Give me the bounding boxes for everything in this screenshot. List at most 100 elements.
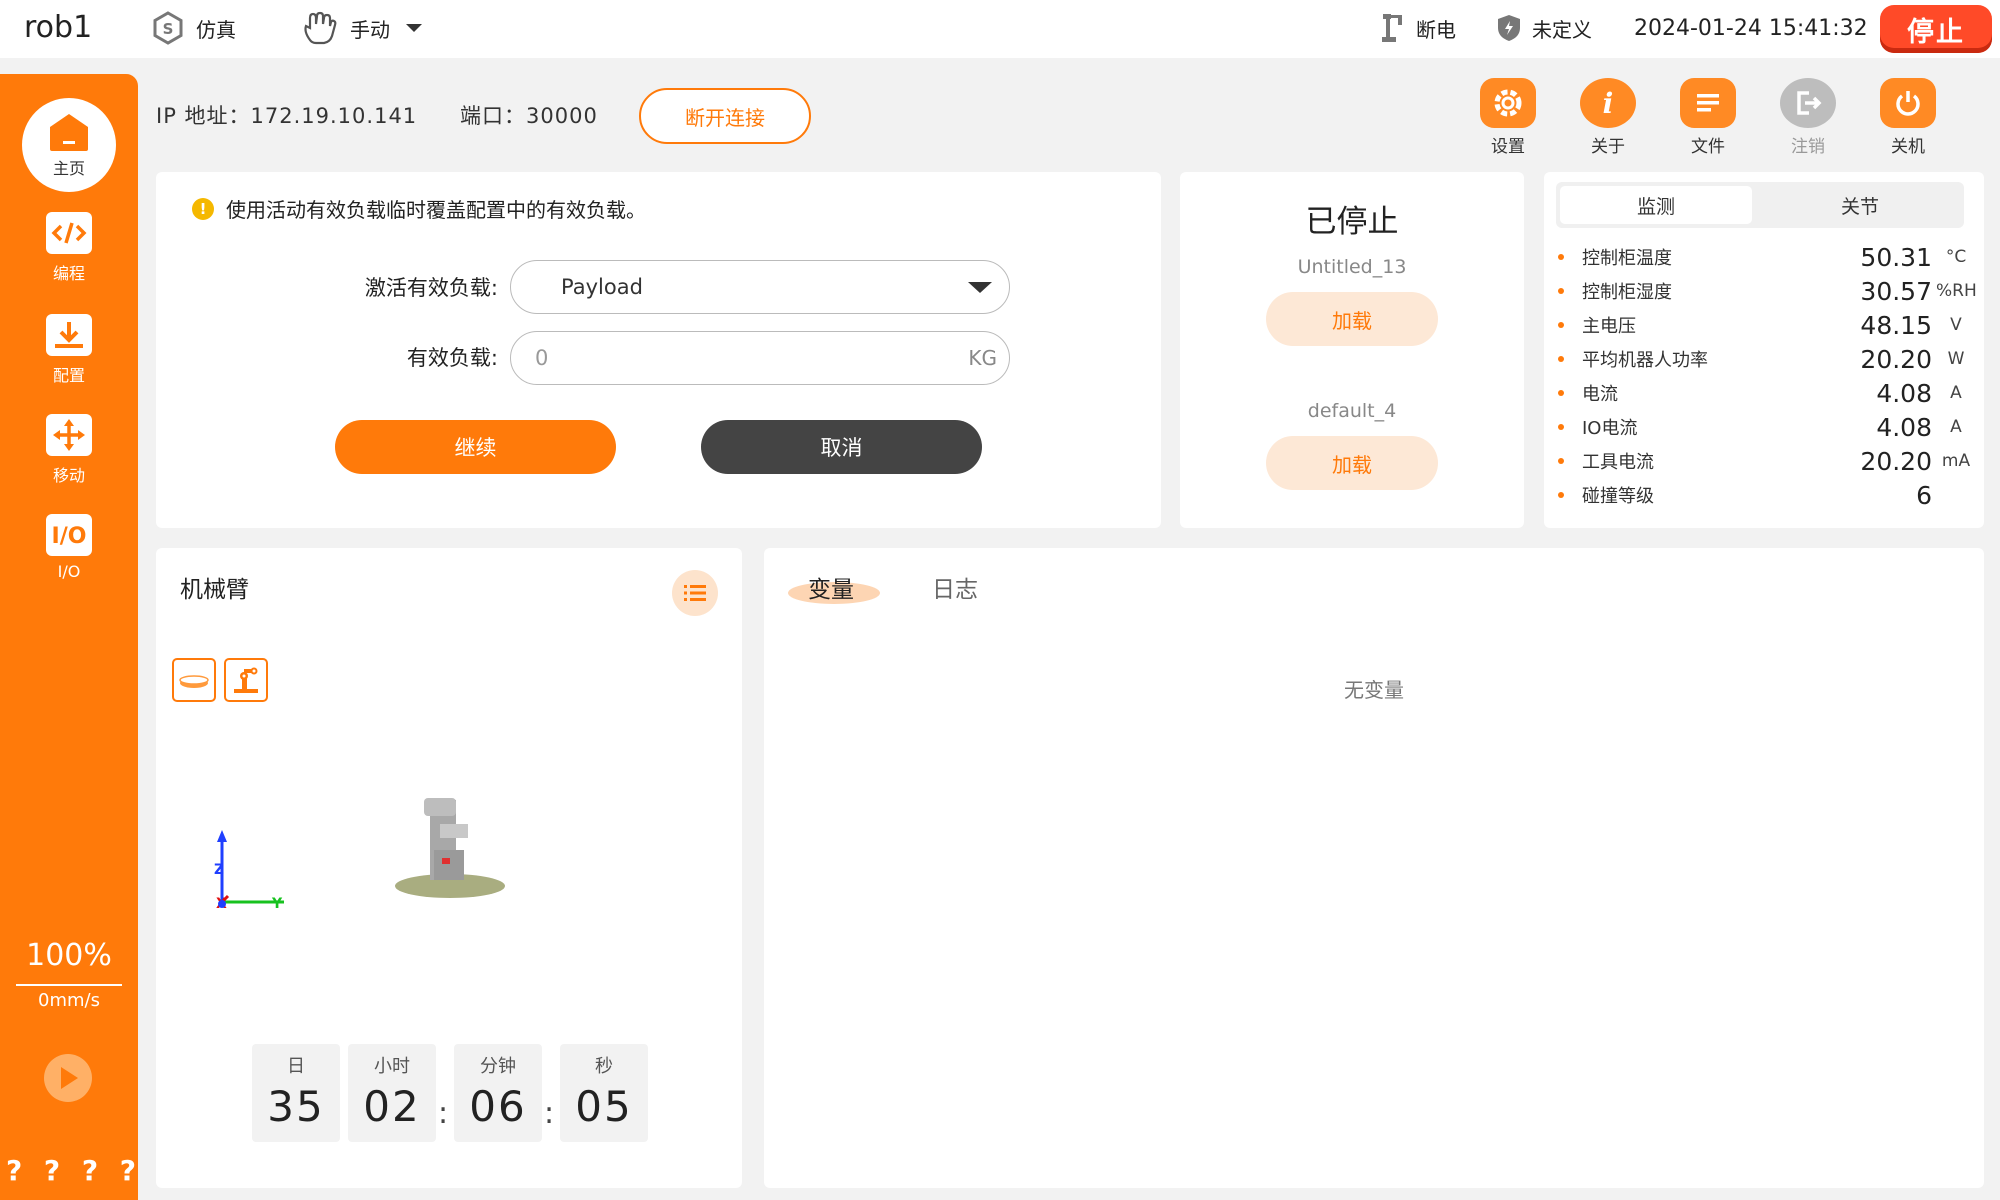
control-mode-dropdown[interactable]: 手动 — [300, 10, 438, 46]
stop-button[interactable]: 停止 — [1880, 5, 1992, 53]
panel-title: 机械臂 — [180, 577, 249, 603]
payload-notice: ! 使用活动有效负载临时覆盖配置中的有效负载。 — [192, 194, 646, 223]
monitor-row: 电流 4.08 A — [1556, 376, 1976, 410]
variables-panel: 变量 日志 无变量 — [764, 548, 1984, 1188]
monitor-value: 30.57 — [1860, 276, 1932, 306]
menu-button[interactable] — [672, 570, 718, 616]
robot-3d-view[interactable]: Z Y X — [196, 738, 676, 938]
tab-joints[interactable]: 关节 — [1764, 186, 1956, 224]
runtime-value: 05 — [575, 1082, 633, 1131]
robot-arm-icon — [1382, 14, 1402, 42]
active-payload-value: Payload — [561, 275, 643, 299]
port: 端口：30000 — [460, 104, 598, 128]
monitor-row: 工具电流 20.20 mA — [1556, 444, 1976, 478]
info-icon: i — [1580, 78, 1636, 128]
simulation-icon: S — [153, 11, 183, 45]
monitor-row: 控制柜温度 50.31 °C — [1556, 240, 1976, 274]
monitor-unit: A — [1950, 383, 1962, 403]
origin-point — [218, 900, 226, 908]
monitor-row: 碰撞等级 6 — [1556, 478, 1976, 512]
settings-icon — [1480, 78, 1536, 128]
robot-joint — [434, 850, 464, 880]
sidebar-item-config[interactable]: 配置 — [0, 314, 138, 386]
time-separator: : — [438, 1096, 449, 1131]
help-icon[interactable]: ? — [6, 1154, 22, 1187]
monitor-label: 平均机器人功率 — [1582, 350, 1708, 371]
chevron-down-icon — [406, 24, 422, 32]
monitor-unit: mA — [1941, 451, 1971, 471]
monitor-row: 控制柜湿度 30.57 %RH — [1556, 274, 1977, 308]
program-name: Untitled_13 — [1297, 256, 1407, 278]
active-payload-select[interactable]: Payload — [510, 260, 1010, 314]
monitor-tabs: 监测 关节 — [1556, 182, 1964, 228]
monitor-label: 电流 — [1582, 384, 1618, 405]
sidebar-item-label: I/O — [57, 562, 81, 581]
bullet-icon — [1558, 288, 1564, 294]
config-icon — [46, 314, 92, 356]
shield-icon — [1498, 15, 1520, 41]
file-button[interactable]: 文件 — [1668, 78, 1748, 157]
help-icon[interactable]: ? — [44, 1154, 60, 1187]
speed-percent[interactable]: 100% — [0, 938, 138, 973]
runtime-value: 02 — [363, 1082, 421, 1131]
play-button[interactable] — [44, 1054, 92, 1102]
monitor-unit: V — [1950, 315, 1962, 335]
monitor-unit: A — [1950, 417, 1962, 437]
runtime-label: 小时 — [374, 1056, 410, 1077]
settings-button[interactable]: 设置 — [1468, 78, 1548, 157]
payload-panel: ! 使用活动有效负载临时覆盖配置中的有效负载。 激活有效负载: Payload … — [156, 172, 1161, 528]
about-button[interactable]: i 关于 — [1568, 78, 1648, 157]
code-icon — [46, 212, 92, 254]
z-axis-label: Z — [214, 862, 224, 878]
help-row: ? ? ? ? — [6, 1154, 136, 1187]
runtime-days: 日 35 — [252, 1044, 340, 1142]
base-view-button[interactable] — [172, 658, 216, 702]
monitor-label: 工具电流 — [1582, 452, 1654, 473]
monitor-value: 6 — [1916, 480, 1932, 510]
load-button[interactable]: 加载 — [1266, 436, 1438, 490]
sidebar-item-home[interactable]: 主页 — [22, 98, 116, 192]
speed-value: 0mm/s — [38, 990, 100, 1011]
bullet-icon — [1558, 492, 1564, 498]
continue-button[interactable]: 继续 — [335, 420, 616, 474]
notice-text: 使用活动有效负载临时覆盖配置中的有效负载。 — [226, 198, 646, 222]
monitor-label: 控制柜温度 — [1582, 248, 1672, 269]
monitor-label: 主电压 — [1582, 316, 1636, 337]
runtime-label: 分钟 — [480, 1056, 516, 1077]
runtime-hours: 小时 02 — [348, 1044, 436, 1142]
tab-log[interactable]: 日志 — [932, 570, 978, 604]
robot-joint — [424, 798, 456, 816]
robot-view-icon — [234, 667, 258, 693]
logout-button[interactable]: 注销 — [1768, 78, 1848, 157]
program-status: 已停止 — [1305, 204, 1399, 240]
svg-text:I/O: I/O — [52, 524, 87, 549]
mode-indicator[interactable]: S 仿真 — [150, 10, 236, 46]
svg-text:i: i — [1603, 87, 1614, 120]
help-icon[interactable]: ? — [120, 1154, 136, 1187]
logout-icon — [1780, 78, 1836, 128]
monitor-unit: °C — [1945, 247, 1967, 267]
empty-message: 无变量 — [1344, 678, 1404, 702]
monitor-value: 4.08 — [1876, 378, 1932, 408]
bullet-icon — [1558, 356, 1564, 362]
sidebar-item-io[interactable]: I/O I/O — [0, 514, 138, 581]
disconnect-button[interactable]: 断开连接 — [639, 88, 811, 144]
sidebar-item-programming[interactable]: 编程 — [0, 212, 138, 284]
shutdown-button[interactable]: 关机 — [1868, 78, 1948, 157]
robot-view-button[interactable] — [224, 658, 268, 702]
monitor-unit: W — [1947, 349, 1965, 369]
bullet-icon — [1558, 254, 1564, 260]
tab-monitor[interactable]: 监测 — [1560, 186, 1752, 224]
tab-variables[interactable]: 变量 — [808, 570, 854, 604]
bullet-icon — [1558, 458, 1564, 464]
sidebar-item-move[interactable]: 移动 — [0, 414, 138, 486]
monitor-value: 20.20 — [1860, 344, 1932, 374]
cancel-button[interactable]: 取消 — [701, 420, 982, 474]
help-icon[interactable]: ? — [82, 1154, 98, 1187]
load-button[interactable]: 加载 — [1266, 292, 1438, 346]
payload-input[interactable]: 0 KG — [510, 331, 1010, 385]
logout-label: 注销 — [1791, 137, 1825, 157]
warning-icon: ! — [192, 197, 214, 220]
monitor-row: 平均机器人功率 20.20 W — [1556, 342, 1976, 376]
svg-text:S: S — [163, 20, 174, 38]
